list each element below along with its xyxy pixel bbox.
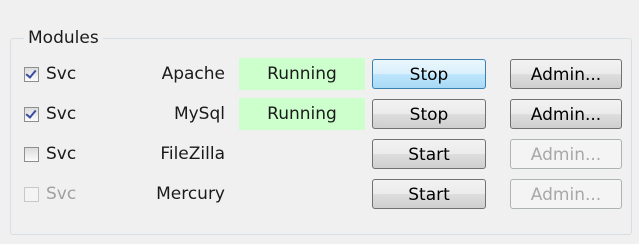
- svc-label-mercury: Svc: [46, 184, 77, 204]
- svc-checkbox-mysql[interactable]: [24, 107, 39, 122]
- admin-button-apache[interactable]: Admin...: [510, 59, 622, 89]
- svc-checkbox-filezilla[interactable]: [24, 147, 39, 162]
- module-row-mercury: Svc Mercury Start Admin...: [0, 176, 639, 216]
- module-name-mercury: Mercury: [156, 184, 225, 204]
- module-row-mysql: Svc MySql Running Stop Admin...: [0, 96, 639, 136]
- start-button-filezilla[interactable]: Start: [372, 139, 486, 169]
- module-name-apache: Apache: [161, 64, 225, 84]
- status-apache: Running: [239, 58, 365, 90]
- module-row-apache: Svc Apache Running Stop Admin...: [0, 56, 639, 96]
- admin-button-mercury: Admin...: [510, 179, 622, 209]
- svc-checkbox-apache[interactable]: [24, 67, 39, 82]
- start-button-mercury[interactable]: Start: [372, 179, 486, 209]
- svc-label-mysql: Svc: [46, 104, 77, 124]
- stop-button-mysql[interactable]: Stop: [372, 99, 486, 129]
- svc-label-apache: Svc: [46, 64, 77, 84]
- admin-button-filezilla: Admin...: [510, 139, 622, 169]
- module-name-mysql: MySql: [173, 104, 225, 124]
- status-mysql: Running: [239, 98, 365, 130]
- admin-button-mysql[interactable]: Admin...: [510, 99, 622, 129]
- module-name-filezilla: FileZilla: [160, 144, 225, 164]
- svc-checkbox-mercury: [24, 187, 39, 202]
- svc-label-filezilla: Svc: [46, 144, 77, 164]
- module-row-filezilla: Svc FileZilla Start Admin...: [0, 136, 639, 176]
- modules-group-title: Modules: [24, 28, 103, 48]
- stop-button-apache[interactable]: Stop: [372, 59, 486, 89]
